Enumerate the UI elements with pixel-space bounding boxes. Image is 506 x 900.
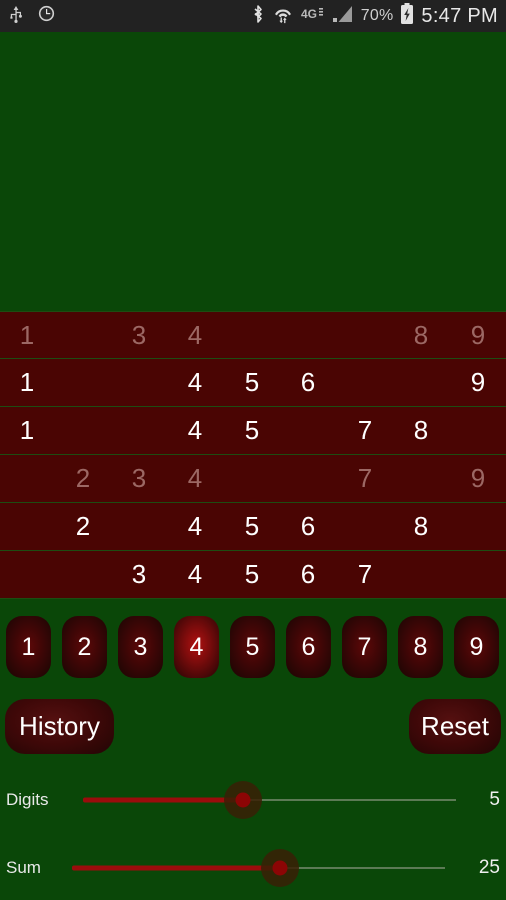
guess-digit-cell: 2 — [75, 511, 91, 541]
app-root: 4G 70% 5:47 PM 1 3 4 8 9 1 4 5 6 9 1 4 5… — [0, 0, 506, 900]
digits-slider-label: Digits — [6, 790, 49, 809]
guess-rows-list: 1 3 4 8 9 1 4 5 6 9 1 4 5 7 8 2 3 4 7 9 2 4 5 6 8 3 4 5 6 7 — [0, 311, 506, 603]
clock-icon — [38, 5, 55, 27]
action-bar: History Reset — [0, 690, 506, 764]
guess-digit-cell: 4 — [187, 511, 203, 541]
guess-digit-cell: 1 — [19, 415, 35, 445]
table-row[interactable]: 1 4 5 7 8 — [0, 407, 506, 455]
digit-key-5[interactable]: 5 — [230, 616, 275, 678]
guess-digit-cell: 7 — [357, 559, 373, 589]
digits-slider-value: 5 — [489, 789, 500, 810]
history-button[interactable]: History — [5, 699, 114, 754]
digit-key-4[interactable]: 4 — [174, 616, 219, 678]
lte-4g-icon: 4G — [301, 6, 325, 26]
digit-key-6[interactable]: 6 — [286, 616, 331, 678]
guess-digit-cell: 5 — [244, 367, 260, 397]
table-row[interactable]: 1 4 5 6 9 — [0, 359, 506, 407]
sum-slider-thumb[interactable] — [272, 860, 288, 876]
wifi-icon — [272, 4, 294, 29]
sum-slider-fill — [72, 865, 280, 871]
guess-digit-cell: 3 — [131, 559, 147, 589]
digit-key-3[interactable]: 3 — [118, 616, 163, 678]
battery-percent-label: 70% — [360, 7, 394, 24]
guess-digit-cell: 1 — [19, 367, 35, 397]
digits-slider-row[interactable]: Digits 5 — [0, 770, 506, 830]
guess-digit-cell: 3 — [131, 463, 147, 493]
digit-key-8[interactable]: 8 — [398, 616, 443, 678]
guess-digit-cell: 8 — [413, 511, 429, 541]
guess-digit-cell: 9 — [470, 320, 486, 350]
sum-slider-label: Sum — [6, 858, 41, 877]
svg-text:4G: 4G — [301, 7, 317, 21]
table-row[interactable]: 1 3 4 8 9 — [0, 311, 506, 359]
table-row[interactable]: 2 4 5 6 8 — [0, 503, 506, 551]
guess-digit-cell: 4 — [187, 559, 203, 589]
status-bar-left — [8, 5, 55, 28]
bluetooth-icon — [251, 4, 265, 29]
signal-icon — [332, 5, 354, 28]
guess-digit-cell: 6 — [300, 511, 316, 541]
guess-digit-cell: 2 — [75, 463, 91, 493]
guess-digit-cell: 4 — [187, 320, 203, 350]
guess-digit-cell: 6 — [300, 367, 316, 397]
guess-digit-cell: 3 — [131, 320, 147, 350]
guess-digit-cell: 4 — [187, 367, 203, 397]
sum-slider-value: 25 — [478, 857, 500, 878]
clock-label: 5:47 PM — [421, 4, 498, 27]
display-panel — [0, 32, 506, 311]
table-row[interactable]: 3 4 5 6 7 — [0, 551, 506, 599]
guess-digit-cell: 8 — [413, 320, 429, 350]
guess-digit-cell: 9 — [470, 463, 486, 493]
reset-button[interactable]: Reset — [409, 699, 501, 754]
guess-digit-cell: 9 — [470, 367, 486, 397]
guess-digit-cell: 5 — [244, 415, 260, 445]
battery-charging-icon — [400, 3, 414, 29]
guess-digit-cell: 7 — [357, 415, 373, 445]
digit-key-2[interactable]: 2 — [62, 616, 107, 678]
sum-slider-row[interactable]: Sum 25 — [0, 838, 506, 898]
digits-slider-fill — [83, 797, 243, 803]
table-row[interactable]: 2 3 4 7 9 — [0, 455, 506, 503]
guess-digit-cell: 4 — [187, 463, 203, 493]
guess-digit-cell: 8 — [413, 415, 429, 445]
guess-digit-cell: 1 — [19, 320, 35, 350]
guess-digit-cell: 7 — [357, 463, 373, 493]
status-bar-right: 4G 70% 5:47 PM — [251, 3, 498, 29]
digit-key-1[interactable]: 1 — [6, 616, 51, 678]
digit-key-7[interactable]: 7 — [342, 616, 387, 678]
digit-keypad: 123456789 — [0, 604, 506, 690]
usb-icon — [8, 5, 24, 28]
status-bar: 4G 70% 5:47 PM — [0, 0, 506, 32]
digits-slider-thumb[interactable] — [235, 792, 251, 808]
guess-digit-cell: 6 — [300, 559, 316, 589]
digit-key-9[interactable]: 9 — [454, 616, 499, 678]
guess-digit-cell: 4 — [187, 415, 203, 445]
guess-digit-cell: 5 — [244, 559, 260, 589]
guess-digit-cell: 5 — [244, 511, 260, 541]
